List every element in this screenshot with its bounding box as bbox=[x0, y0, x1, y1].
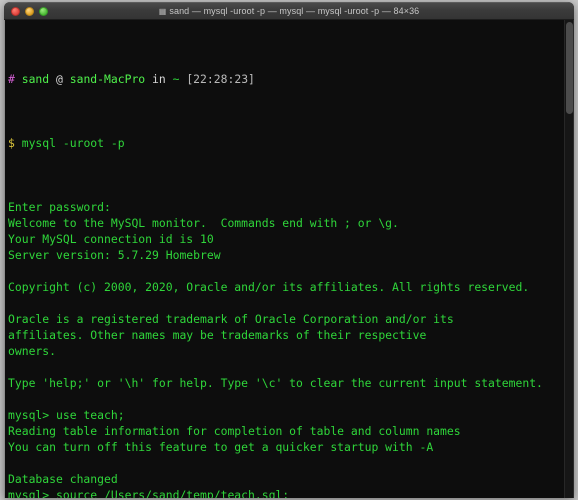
terminal-line: Your MySQL connection id is 10 bbox=[8, 232, 214, 246]
window-titlebar[interactable]: ▦ sand — mysql -uroot -p — mysql — mysql … bbox=[4, 2, 574, 20]
terminal-window: ▦ sand — mysql -uroot -p — mysql — mysql … bbox=[4, 2, 574, 498]
close-button[interactable] bbox=[11, 6, 20, 16]
terminal-line: owners. bbox=[8, 344, 57, 358]
zoom-button[interactable] bbox=[39, 6, 48, 16]
window-title-text: sand — mysql -uroot -p — mysql — mysql -… bbox=[169, 6, 420, 16]
window-controls bbox=[4, 6, 48, 16]
prompt-in-word: in bbox=[152, 72, 166, 86]
window-title: ▦ sand — mysql -uroot -p — mysql — mysql … bbox=[4, 6, 574, 16]
terminal-body[interactable]: # sand @ sand-MacPro in ~ [22:28:23] $ m… bbox=[4, 20, 574, 498]
terminal-grid-icon: ▦ bbox=[158, 6, 167, 16]
terminal-line: Database changed bbox=[8, 472, 118, 486]
terminal-line: Reading table information for completion… bbox=[8, 424, 461, 438]
shell-prompt-line-2: $ mysql -uroot -p bbox=[8, 135, 573, 151]
minimize-button[interactable] bbox=[25, 6, 34, 16]
terminal-line: mysql> use teach; bbox=[8, 408, 125, 422]
prompt-timestamp: [22:28:23] bbox=[186, 72, 255, 86]
terminal-line: Oracle is a registered trademark of Orac… bbox=[8, 312, 454, 326]
terminal-line: affiliates. Other names may be trademark… bbox=[8, 328, 427, 342]
terminal-line: You can turn off this feature to get a q… bbox=[8, 440, 434, 454]
prompt-dollar-symbol: $ bbox=[8, 136, 15, 150]
terminal-line: Type 'help;' or '\h' for help. Type '\c'… bbox=[8, 376, 543, 390]
shell-prompt-line-1: # sand @ sand-MacPro in ~ [22:28:23] bbox=[8, 71, 573, 87]
terminal-scrollbar[interactable] bbox=[564, 20, 573, 498]
terminal-line: Welcome to the MySQL monitor. Commands e… bbox=[8, 216, 399, 230]
prompt-user: sand bbox=[21, 72, 50, 86]
scrollbar-thumb[interactable] bbox=[566, 22, 573, 114]
terminal-line: Copyright (c) 2000, 2020, Oracle and/or … bbox=[8, 280, 530, 294]
prompt-hash-symbol: # bbox=[8, 72, 15, 86]
terminal-screen[interactable]: # sand @ sand-MacPro in ~ [22:28:23] $ m… bbox=[5, 20, 573, 498]
prompt-host: sand-MacPro bbox=[69, 72, 146, 86]
terminal-output: Enter password: Welcome to the MySQL moni… bbox=[8, 199, 573, 498]
shell-command: mysql -uroot -p bbox=[21, 136, 125, 150]
terminal-line: Server version: 5.7.29 Homebrew bbox=[8, 248, 221, 262]
prompt-at-symbol: @ bbox=[56, 72, 63, 86]
terminal-line: mysql> source /Users/sand/temp/teach.sql… bbox=[8, 488, 290, 498]
terminal-line: Enter password: bbox=[8, 200, 111, 214]
